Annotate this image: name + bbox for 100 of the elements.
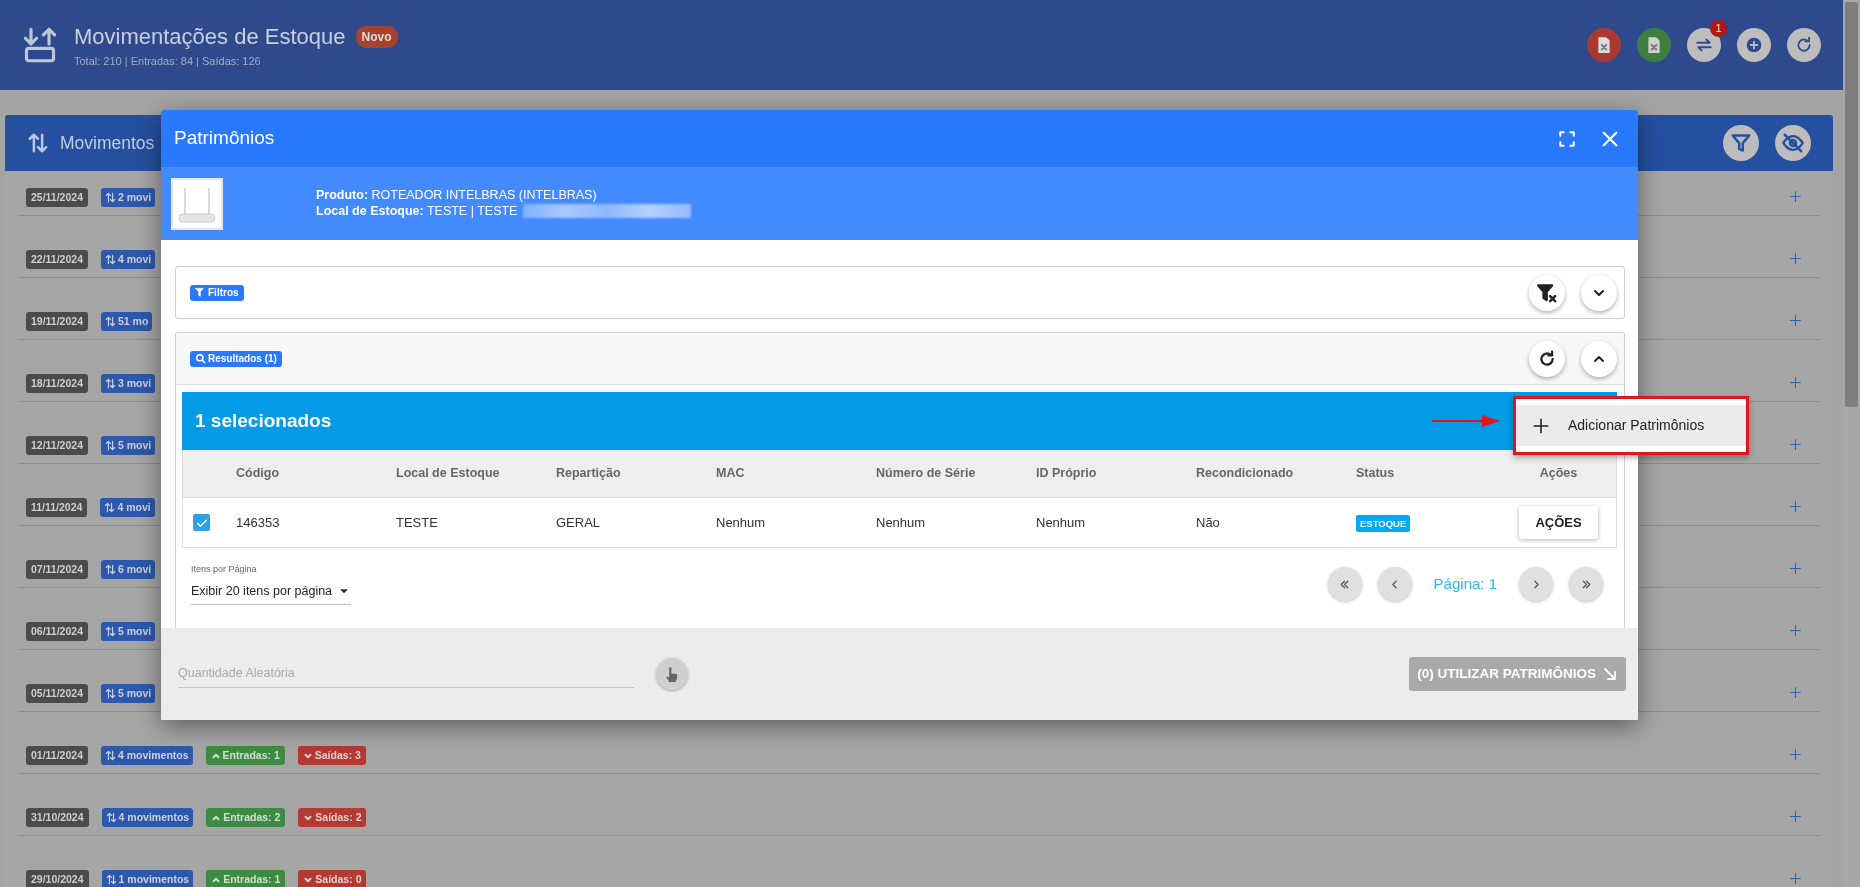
column-header: Número de Série (876, 466, 976, 481)
up-down-arrows-icon (105, 564, 116, 575)
date-badge: 01/11/2024 (26, 746, 88, 765)
date-badge: 12/11/2024 (26, 436, 88, 455)
selection-count: 1 selecionados (195, 408, 332, 433)
page-size-select[interactable]: Exibir 20 itens por página (191, 576, 351, 606)
plus-icon (1789, 810, 1802, 823)
plus-icon (1789, 624, 1802, 637)
summary-text: Total: 210 | Entradas: 84 | Saídas: 126 (74, 54, 262, 70)
product-info-text: Local de Estoque: TESTE | TESTE (316, 203, 518, 220)
date-badge: 06/11/2024 (26, 622, 88, 641)
exits-count: Saídas: 0 (315, 871, 362, 887)
date-badge: 29/10/2024 (26, 870, 89, 887)
column-header: Status (1356, 466, 1395, 481)
table-cell: Não (1196, 514, 1220, 530)
up-down-arrows-icon (105, 688, 116, 699)
row-checkbox[interactable] (193, 514, 210, 531)
movements-count: 51 mo (118, 313, 149, 329)
refresh-button[interactable] (1529, 340, 1565, 377)
movements-count: 3 movi (118, 375, 152, 391)
expand-button[interactable] (1789, 314, 1802, 327)
stock-box-icon (22, 27, 58, 63)
hide-button[interactable] (1775, 125, 1811, 161)
quantity-field[interactable]: Quantidade Aleatória (178, 660, 634, 688)
fullscreen-icon (1558, 129, 1576, 148)
funnel-icon (195, 287, 206, 298)
status-badge: ESTOQUE (1356, 514, 1411, 532)
expand-button[interactable] (1789, 872, 1802, 885)
up-down-arrows-icon (105, 378, 116, 389)
entries-count: Entradas: 1 (222, 747, 280, 763)
column-header: Local de Estoque (396, 466, 500, 481)
movements-count: 4 movi (118, 251, 152, 267)
column-header: Recondicionado (1196, 466, 1294, 481)
collapse-button[interactable] (1581, 340, 1617, 377)
up-down-arrows-icon (27, 132, 49, 154)
up-down-arrows-icon (104, 502, 116, 513)
page-indicator: Página: 1 (1433, 573, 1497, 594)
date-badge: 22/11/2024 (26, 250, 88, 269)
spreadsheet-file-icon (1645, 36, 1663, 54)
movements-count: 1 movimentos (118, 871, 190, 887)
add-button[interactable] (1737, 28, 1771, 62)
plus-icon (1789, 314, 1802, 327)
plus-icon (1789, 438, 1802, 451)
excel-export-button[interactable] (1637, 28, 1671, 62)
refresh-icon (1538, 349, 1556, 368)
router-drawing (171, 177, 223, 230)
pdf-export-button[interactable] (1587, 28, 1621, 62)
expand-button[interactable] (1789, 624, 1802, 637)
filter-button[interactable] (1723, 125, 1759, 161)
table-cell: Nenhum (1036, 514, 1086, 530)
table-cell: GERAL (556, 514, 601, 530)
up-down-arrows-icon (105, 192, 116, 203)
plus-icon (1789, 252, 1802, 265)
previous-page-button[interactable] (1377, 567, 1412, 602)
expand-button[interactable] (1789, 748, 1802, 761)
column-header: MAC (716, 466, 745, 481)
column-header: ID Próprio (1036, 466, 1097, 481)
entries-count: Entradas: 1 (223, 871, 281, 887)
expand-button[interactable] (1789, 190, 1802, 203)
notification-count: 1 (1710, 20, 1727, 37)
table-cell: 146353 (236, 514, 280, 530)
column-header: Código (236, 466, 280, 481)
expand-button[interactable] (1789, 438, 1802, 451)
exits-count: Saídas: 3 (314, 747, 361, 763)
expand-button[interactable] (1789, 376, 1802, 389)
expand-button[interactable] (1789, 252, 1802, 265)
movements-count: 4 movi (117, 499, 151, 515)
pick-button[interactable] (656, 658, 688, 690)
expand-button[interactable] (1789, 810, 1802, 823)
table-cell: Nenhum (716, 514, 766, 530)
expand-button[interactable] (1789, 562, 1802, 575)
plus-icon (1789, 190, 1802, 203)
new-badge: Novo (355, 25, 398, 48)
expand-button[interactable] (1789, 686, 1802, 699)
page-title: Movimentações de Estoque (74, 23, 346, 52)
next-page-button[interactable] (1519, 567, 1553, 602)
first-page-button[interactable] (1327, 567, 1362, 602)
movements-count: 5 movi (118, 685, 152, 701)
clear-filters-button[interactable] (1529, 274, 1565, 311)
last-page-button[interactable] (1569, 567, 1603, 602)
date-badge: 07/11/2024 (26, 560, 88, 579)
table-cell: Nenhum (876, 514, 926, 530)
funnel-x-icon (1537, 282, 1557, 303)
collapse-button[interactable] (1581, 274, 1617, 311)
menu-item[interactable]: Adicionar Patrimônios (1516, 405, 1746, 446)
expand-button[interactable] (1789, 500, 1802, 513)
movements-count: 5 movi (118, 623, 152, 639)
date-badge: 31/10/2024 (26, 808, 89, 827)
add-icon (1745, 36, 1763, 54)
scrollbar-thumb[interactable] (1845, 2, 1858, 407)
filters-label: Filtros (208, 286, 239, 300)
movements-count: 4 movimentos (118, 747, 189, 763)
column-header: Repartição (556, 466, 621, 481)
movements-count: 4 movimentos (118, 809, 190, 825)
plus-icon (1789, 376, 1802, 389)
dialog-title: Patrimônios (174, 126, 275, 151)
actions-button[interactable]: AÇÕES (1519, 505, 1598, 540)
plus-icon (1789, 872, 1802, 885)
up-down-arrows-icon (105, 626, 116, 637)
results-label: Resultados (1) (208, 352, 277, 366)
